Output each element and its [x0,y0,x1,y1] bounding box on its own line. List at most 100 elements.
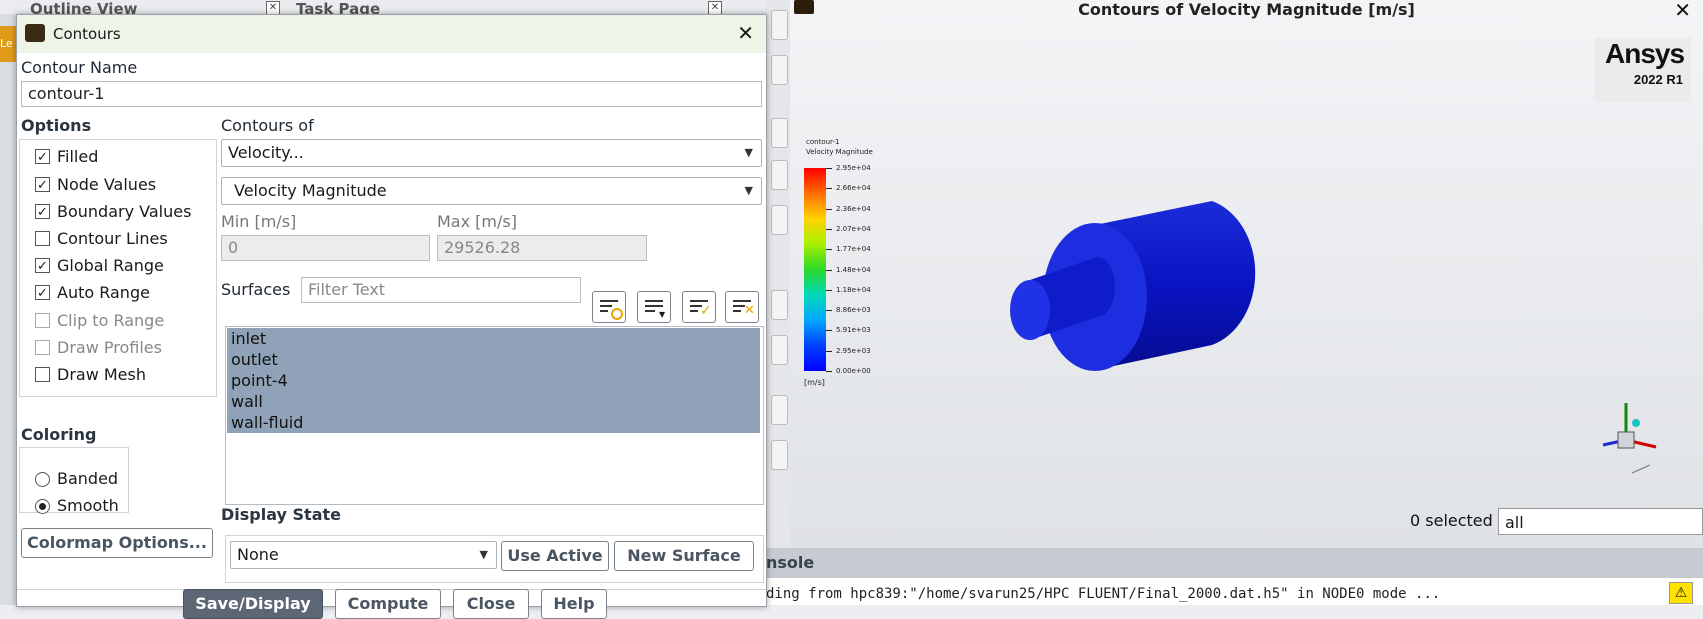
surface-list-item[interactable]: wall [227,391,760,412]
surface-list-item[interactable]: wall-fluid [227,412,760,433]
checkbox-icon: ✓ [35,258,50,274]
console-line: ding from hpc839:"/home/svarun25/HPC FLU… [766,586,1441,602]
legend-tick-mark [826,371,832,372]
option-label: Node Values [57,175,157,194]
warning-icon[interactable]: ⚠ [1669,582,1693,604]
fluent-app-icon [25,24,45,42]
console-header: nsole [760,548,1703,578]
contours-of-label: Contours of [221,116,314,135]
radio-icon [35,472,50,487]
task-page-close-icon[interactable]: ✕ [708,1,722,15]
display-state-value: None [237,545,279,564]
contours-sub-select[interactable]: Velocity Magnitude ▼ [221,177,762,205]
surface-list-item[interactable]: point-4 [227,370,760,391]
contours-of-value: Velocity... [228,143,304,162]
legend-tick-mark [826,208,832,210]
toolbar-button[interactable] [771,395,788,425]
select-surfaces-check-icon[interactable]: ✓ [682,291,716,323]
compute-button[interactable]: Compute [335,589,441,619]
left-tab-strip: Le [0,14,16,605]
close-icon[interactable]: ✕ [1674,0,1691,22]
max-label: Max [m/s] [437,212,517,231]
toolbar-button[interactable] [771,290,788,320]
legend-tick-mark [826,168,832,169]
list-dropdown-icon[interactable]: ▼ [637,291,671,323]
legend-tick-mark [826,289,832,291]
use-active-button[interactable]: Use Active [501,541,609,571]
surface-filter-input[interactable]: Filter Text [301,277,581,303]
checkbox-icon [35,313,50,328]
option-label: Auto Range [57,283,150,302]
outline-view-close-icon[interactable]: ✕ [266,1,280,15]
ansys-logo: Ansys 2022 R1 [1595,38,1691,102]
toolbar-button[interactable] [771,160,788,190]
chevron-down-icon: ▼ [479,548,488,561]
console-output[interactable]: ding from hpc839:"/home/svarun25/HPC FLU… [760,578,1703,605]
toolbar-button[interactable] [771,118,788,148]
graphics-window[interactable]: Contours of Velocity Magnitude [m/s] ✕ A… [790,0,1703,548]
close-button[interactable]: Close [453,589,529,619]
legend-tick-label: 8.86e+03 [836,306,871,315]
deselect-surfaces-icon[interactable]: ✕ [725,291,759,323]
help-button[interactable]: Help [541,589,607,619]
contours-of-select[interactable]: Velocity... ▼ [221,139,762,167]
radio-label: Smooth [57,496,119,515]
selection-count: 0 selected [1410,511,1493,530]
left-tab[interactable]: Le [0,26,16,62]
toolbar-button[interactable] [771,335,788,365]
task-page-toolbar [765,0,790,560]
legend-title-line2: Velocity Magnitude [806,148,873,156]
option-label: Clip to Range [57,311,165,330]
toolbar-button[interactable] [771,440,788,470]
display-state-select[interactable]: None ▼ [230,541,497,569]
legend-tick-label: 2.95e+03 [836,346,871,355]
colormap-options-button[interactable]: Colormap Options... [21,528,213,558]
contours-sub-value: Velocity Magnitude [234,181,387,200]
axis-triad-icon [1602,403,1657,474]
legend-tick-label: 2.95e+04 [836,164,871,172]
surfaces-label: Surfaces [221,280,291,299]
legend-tick-mark [826,249,832,251]
option-label: Boundary Values [57,202,192,221]
ansys-logo-name: Ansys [1605,38,1685,69]
legend-tick-label: 1.18e+04 [836,285,871,294]
option-label: Filled [57,147,99,166]
radio-label: Banded [57,469,119,488]
legend-tick-mark [826,188,832,190]
dialog-title: Contours [53,25,121,43]
dialog-titlebar[interactable]: Contours ✕ [17,15,766,53]
legend-tick-label: 2.36e+04 [836,204,871,213]
min-field: 0 [221,235,430,261]
toolbar-button[interactable] [771,55,788,85]
contour-name-field[interactable]: contour-1 [21,81,762,107]
close-icon[interactable]: ✕ [737,21,754,45]
toolbar-button[interactable] [771,205,788,235]
color-legend: contour-1 Velocity Magnitude [m/s] 2.95e… [798,138,898,388]
display-state-label: Display State [221,505,341,524]
checkbox-icon [35,340,50,355]
legend-title-line1: contour-1 [806,138,840,146]
surface-list-item[interactable]: outlet [227,349,760,370]
legend-tick-label: 5.91e+03 [836,326,871,335]
legend-unit: [m/s] [804,378,825,387]
checkbox-icon [35,231,50,246]
cylinder-model[interactable] [1000,195,1280,385]
checkbox-icon: ✓ [35,285,50,301]
toolbar-button[interactable] [771,10,788,40]
chevron-down-icon: ▼ [744,146,753,159]
checkbox-icon: ✓ [35,149,50,165]
contours-dialog: Contours ✕ Contour Name contour-1 Option… [16,14,767,619]
save-display-button[interactable]: Save/Display [183,589,323,619]
checkbox-icon: ✓ [35,204,50,220]
legend-tick-label: 1.48e+04 [836,265,871,274]
option-label: Draw Profiles [57,338,162,357]
surface-list-item[interactable]: inlet [227,328,760,349]
new-surface-button[interactable]: New Surface [614,541,754,571]
select-all-surfaces-icon[interactable] [592,291,626,323]
legend-tick-label: 1.77e+04 [836,245,871,254]
console-title: nsole [766,553,815,572]
options-label: Options [21,116,92,135]
graphics-title: Contours of Velocity Magnitude [m/s] [1078,0,1415,19]
option-label: Global Range [57,256,164,275]
selection-filter-select[interactable]: all [1498,508,1703,535]
